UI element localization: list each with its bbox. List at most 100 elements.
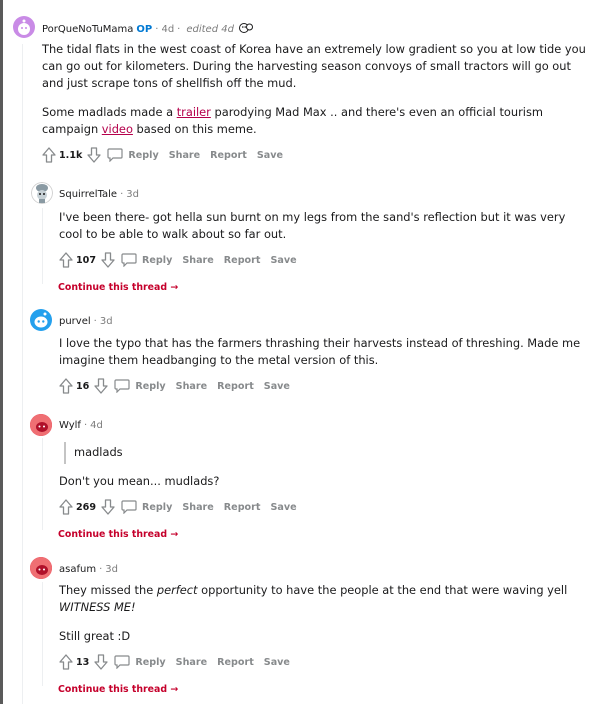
- video-link[interactable]: video: [102, 122, 133, 136]
- reply-label: Reply: [135, 656, 166, 668]
- report-button[interactable]: Report: [217, 381, 254, 392]
- comment-body: The tidal flats in the west coast of Kor…: [42, 41, 592, 138]
- report-button[interactable]: Report: [224, 255, 261, 266]
- snoo-avatar-icon: [30, 557, 52, 579]
- snoo-avatar-icon: [18, 19, 30, 35]
- share-button[interactable]: Share: [176, 657, 207, 668]
- comment-meta: asafum · 3d: [59, 564, 118, 575]
- upvote-icon[interactable]: [42, 147, 56, 163]
- op-badge: OP: [136, 24, 153, 35]
- comment-paragraph: Still great :D: [59, 629, 131, 643]
- share-button[interactable]: Share: [182, 255, 213, 266]
- reply-button[interactable]: Reply: [114, 655, 166, 669]
- vote-score: 16: [76, 380, 90, 392]
- snoo-avatar-icon: [30, 414, 52, 436]
- upvote-icon[interactable]: [59, 499, 73, 515]
- downvote-icon[interactable]: [87, 147, 102, 163]
- username[interactable]: purvel: [59, 316, 91, 327]
- thread-line[interactable]: [42, 438, 43, 530]
- comment-bubble-icon: [114, 379, 130, 393]
- separator-dot: ·: [83, 420, 88, 431]
- report-button[interactable]: Report: [224, 502, 261, 513]
- comment-age[interactable]: 4d: [161, 24, 174, 35]
- report-button[interactable]: Report: [210, 150, 247, 161]
- vote-score: 269: [76, 501, 97, 513]
- separator-dot: ·: [99, 564, 103, 575]
- avatar[interactable]: [30, 414, 52, 436]
- comment-paragraph: They missed the perfect opportunity to h…: [59, 582, 584, 616]
- avatar[interactable]: [30, 309, 52, 331]
- comment-age[interactable]: 3d: [105, 564, 118, 575]
- save-button[interactable]: Save: [270, 502, 296, 513]
- username[interactable]: asafum: [59, 564, 96, 575]
- continue-thread-link[interactable]: Continue this thread →: [58, 282, 178, 293]
- text-segment: Some madlads made a: [42, 105, 177, 119]
- upvote-icon[interactable]: [59, 654, 73, 670]
- reply-button[interactable]: Reply: [121, 500, 172, 514]
- squirrel-avatar-icon: [31, 182, 53, 204]
- avatar[interactable]: [30, 557, 52, 579]
- comment-meta: purvel · 3d: [59, 316, 113, 327]
- username[interactable]: SquirrelTale: [59, 189, 117, 200]
- continue-thread-link[interactable]: Continue this thread →: [58, 529, 178, 540]
- comment-age[interactable]: 4d: [90, 420, 103, 431]
- downvote-icon[interactable]: [94, 654, 109, 670]
- reply-button[interactable]: Reply: [114, 379, 166, 393]
- downvote-icon[interactable]: [101, 252, 115, 268]
- comment-actions: 107 Reply Share Report Save: [59, 252, 307, 268]
- comment-body: They missed the perfect opportunity to h…: [59, 582, 584, 645]
- separator-dot: ·: [177, 24, 181, 35]
- downvote-icon[interactable]: [101, 499, 115, 515]
- comment-age[interactable]: 3d: [126, 189, 139, 200]
- thread-line[interactable]: [42, 208, 43, 284]
- report-button[interactable]: Report: [217, 657, 254, 668]
- downvote-icon[interactable]: [94, 378, 109, 394]
- continue-thread-link[interactable]: Continue this thread →: [58, 684, 178, 695]
- username[interactable]: PorQueNoTuMama: [42, 24, 133, 35]
- comment-paragraph: I've been there- got hella sun burnt on …: [59, 210, 566, 241]
- text-segment: opportunity to have the people at the en…: [197, 583, 568, 597]
- comment-meta: Wylf · 4d: [59, 420, 103, 431]
- arrow-right-icon: →: [170, 529, 179, 540]
- vote-score: 1.1k: [59, 149, 83, 161]
- continue-thread-label: Continue this thread: [58, 529, 168, 540]
- avatar[interactable]: [13, 16, 35, 38]
- avatar[interactable]: [31, 182, 53, 204]
- upvote-icon[interactable]: [59, 252, 73, 268]
- comment-meta: PorQueNoTuMama OP · 4d · edited 4d: [42, 22, 254, 35]
- thread-line[interactable]: [42, 582, 43, 686]
- text-segment: They missed the: [59, 583, 157, 597]
- thread-line[interactable]: [22, 44, 23, 704]
- continue-thread-label: Continue this thread: [58, 282, 168, 293]
- reply-button[interactable]: Reply: [107, 148, 159, 162]
- comment-age[interactable]: 3d: [100, 316, 113, 327]
- comment-actions: 269 Reply Share Report Save: [59, 499, 307, 515]
- blockquote-text: madlads: [74, 445, 123, 459]
- comment-bubble-icon: [114, 655, 130, 669]
- save-button[interactable]: Save: [257, 150, 283, 161]
- save-button[interactable]: Save: [264, 381, 290, 392]
- arrow-right-icon: →: [170, 282, 179, 293]
- share-button[interactable]: Share: [169, 150, 200, 161]
- comment-actions: 13 Reply Share Report Save: [59, 654, 300, 670]
- vote-score: 13: [76, 656, 90, 668]
- save-button[interactable]: Save: [264, 657, 290, 668]
- comment-paragraph: Don't you mean... mudlads?: [59, 474, 220, 488]
- reply-label: Reply: [135, 380, 166, 392]
- blockquote-bar: [64, 442, 66, 464]
- share-button[interactable]: Share: [176, 381, 207, 392]
- username[interactable]: Wylf: [59, 420, 81, 431]
- snoo-avatar-icon: [34, 312, 48, 328]
- comment-bubble-icon: [121, 500, 137, 514]
- separator-dot: ·: [155, 24, 159, 35]
- reply-button[interactable]: Reply: [121, 253, 172, 267]
- trailer-link[interactable]: trailer: [177, 105, 211, 119]
- upvote-icon[interactable]: [59, 378, 73, 394]
- separator-dot: ·: [120, 189, 124, 200]
- comment-bubble-icon: [107, 148, 123, 162]
- save-button[interactable]: Save: [270, 255, 296, 266]
- award-icon[interactable]: [239, 22, 254, 34]
- share-button[interactable]: Share: [182, 502, 213, 513]
- comment-paragraph: I love the typo that has the farmers thr…: [59, 336, 581, 367]
- reply-label: Reply: [142, 501, 173, 513]
